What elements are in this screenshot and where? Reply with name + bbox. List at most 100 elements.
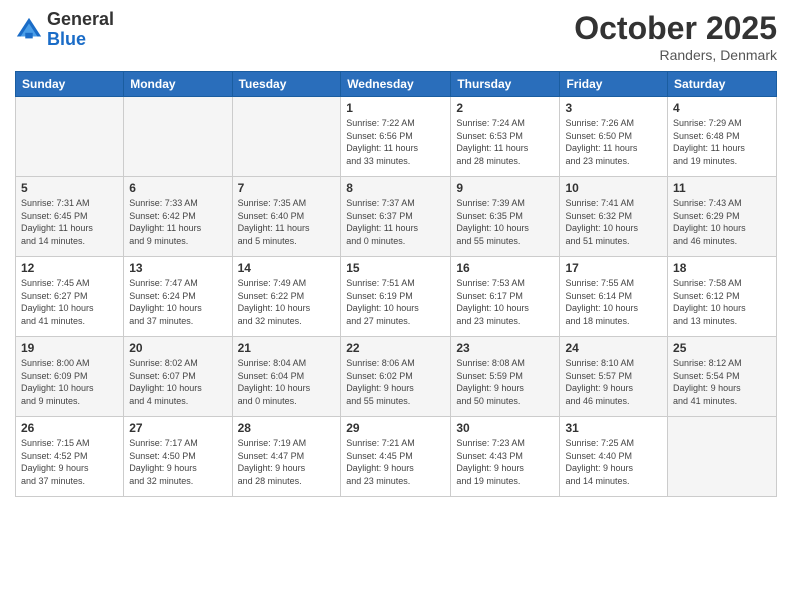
- day-info: Sunrise: 7:33 AMSunset: 6:42 PMDaylight:…: [129, 197, 226, 247]
- day-info: Sunrise: 7:51 AMSunset: 6:19 PMDaylight:…: [346, 277, 445, 327]
- calendar-week-3: 12 Sunrise: 7:45 AMSunset: 6:27 PMDayligh…: [16, 257, 777, 337]
- day-number: 4: [673, 101, 771, 115]
- calendar-cell: 9Sunrise: 7:39 AMSunset: 6:35 PMDaylight…: [451, 177, 560, 257]
- location: Randers, Denmark: [574, 47, 777, 63]
- calendar-cell: 24 Sunrise: 8:10 AMSunset: 5:57 PMDayligh…: [560, 337, 668, 417]
- day-info: Sunrise: 8:02 AMSunset: 6:07 PMDaylight:…: [129, 357, 226, 407]
- title-block: October 2025 Randers, Denmark: [574, 10, 777, 63]
- header-row: Sunday Monday Tuesday Wednesday Thursday…: [16, 72, 777, 97]
- day-info: Sunrise: 8:00 AMSunset: 6:09 PMDaylight:…: [21, 357, 118, 407]
- day-number: 3: [565, 101, 662, 115]
- day-info: Sunrise: 8:06 AMSunset: 6:02 PMDaylight:…: [346, 357, 445, 407]
- day-info: Sunrise: 7:17 AMSunset: 4:50 PMDaylight:…: [129, 437, 226, 487]
- calendar-cell: 17Sunrise: 7:55 AMSunset: 6:14 PMDayligh…: [560, 257, 668, 337]
- calendar-cell: [124, 97, 232, 177]
- day-number: 25: [673, 341, 771, 355]
- day-number: 14: [238, 261, 336, 275]
- col-saturday: Saturday: [668, 72, 777, 97]
- day-info: Sunrise: 7:43 AMSunset: 6:29 PMDaylight:…: [673, 197, 771, 247]
- day-info: Sunrise: 7:21 AMSunset: 4:45 PMDaylight:…: [346, 437, 445, 487]
- day-info: Sunrise: 7:22 AMSunset: 6:56 PMDaylight:…: [346, 117, 445, 167]
- calendar-cell: 3 Sunrise: 7:26 AMSunset: 6:50 PMDaylight…: [560, 97, 668, 177]
- calendar-cell: 6 Sunrise: 7:33 AMSunset: 6:42 PMDaylight…: [124, 177, 232, 257]
- day-number: 19: [21, 341, 118, 355]
- calendar-cell: [668, 417, 777, 497]
- day-number: 31: [565, 421, 662, 435]
- calendar-week-1: 1Sunrise: 7:22 AMSunset: 6:56 PMDaylight…: [16, 97, 777, 177]
- calendar-cell: 27 Sunrise: 7:17 AMSunset: 4:50 PMDayligh…: [124, 417, 232, 497]
- day-number: 23: [456, 341, 554, 355]
- calendar-cell: 4Sunrise: 7:29 AMSunset: 6:48 PMDaylight…: [668, 97, 777, 177]
- col-friday: Friday: [560, 72, 668, 97]
- day-info: Sunrise: 7:39 AMSunset: 6:35 PMDaylight:…: [456, 197, 554, 247]
- calendar-cell: 31 Sunrise: 7:25 AMSunset: 4:40 PMDayligh…: [560, 417, 668, 497]
- day-info: Sunrise: 7:49 AMSunset: 6:22 PMDaylight:…: [238, 277, 336, 327]
- day-number: 5: [21, 181, 118, 195]
- day-info: Sunrise: 8:04 AMSunset: 6:04 PMDaylight:…: [238, 357, 336, 407]
- calendar-cell: 1Sunrise: 7:22 AMSunset: 6:56 PMDaylight…: [341, 97, 451, 177]
- calendar-cell: 13Sunrise: 7:47 AMSunset: 6:24 PMDayligh…: [124, 257, 232, 337]
- day-number: 15: [346, 261, 445, 275]
- calendar-cell: 30 Sunrise: 7:23 AMSunset: 4:43 PMDayligh…: [451, 417, 560, 497]
- day-number: 12: [21, 261, 118, 275]
- day-info: Sunrise: 8:10 AMSunset: 5:57 PMDaylight:…: [565, 357, 662, 407]
- logo-icon: [15, 16, 43, 44]
- calendar-cell: 26Sunrise: 7:15 AMSunset: 4:52 PMDayligh…: [16, 417, 124, 497]
- day-number: 13: [129, 261, 226, 275]
- day-number: 24: [565, 341, 662, 355]
- month-title: October 2025: [574, 10, 777, 47]
- calendar-cell: 18 Sunrise: 7:58 AMSunset: 6:12 PMDayligh…: [668, 257, 777, 337]
- day-number: 30: [456, 421, 554, 435]
- header: General Blue October 2025 Randers, Denma…: [15, 10, 777, 63]
- day-number: 28: [238, 421, 336, 435]
- calendar-cell: 14 Sunrise: 7:49 AMSunset: 6:22 PMDayligh…: [232, 257, 341, 337]
- day-number: 11: [673, 181, 771, 195]
- day-info: Sunrise: 8:08 AMSunset: 5:59 PMDaylight:…: [456, 357, 554, 407]
- day-info: Sunrise: 7:41 AMSunset: 6:32 PMDaylight:…: [565, 197, 662, 247]
- calendar-cell: 20 Sunrise: 8:02 AMSunset: 6:07 PMDayligh…: [124, 337, 232, 417]
- day-info: Sunrise: 7:45 AMSunset: 6:27 PMDaylight:…: [21, 277, 118, 327]
- calendar-cell: 15 Sunrise: 7:51 AMSunset: 6:19 PMDayligh…: [341, 257, 451, 337]
- calendar-cell: 29Sunrise: 7:21 AMSunset: 4:45 PMDayligh…: [341, 417, 451, 497]
- calendar-cell: 8Sunrise: 7:37 AMSunset: 6:37 PMDaylight…: [341, 177, 451, 257]
- day-number: 27: [129, 421, 226, 435]
- day-number: 6: [129, 181, 226, 195]
- col-sunday: Sunday: [16, 72, 124, 97]
- day-info: Sunrise: 7:58 AMSunset: 6:12 PMDaylight:…: [673, 277, 771, 327]
- col-tuesday: Tuesday: [232, 72, 341, 97]
- day-number: 7: [238, 181, 336, 195]
- calendar-cell: 2Sunrise: 7:24 AMSunset: 6:53 PMDaylight…: [451, 97, 560, 177]
- day-info: Sunrise: 8:12 AMSunset: 5:54 PMDaylight:…: [673, 357, 771, 407]
- col-monday: Monday: [124, 72, 232, 97]
- day-number: 18: [673, 261, 771, 275]
- calendar-cell: 10Sunrise: 7:41 AMSunset: 6:32 PMDayligh…: [560, 177, 668, 257]
- day-info: Sunrise: 7:15 AMSunset: 4:52 PMDaylight:…: [21, 437, 118, 487]
- calendar-week-2: 5Sunrise: 7:31 AMSunset: 6:45 PMDaylight…: [16, 177, 777, 257]
- calendar-cell: 23 Sunrise: 8:08 AMSunset: 5:59 PMDayligh…: [451, 337, 560, 417]
- logo-blue: Blue: [47, 30, 114, 50]
- logo-general: General: [47, 10, 114, 30]
- calendar-cell: 28 Sunrise: 7:19 AMSunset: 4:47 PMDayligh…: [232, 417, 341, 497]
- day-number: 17: [565, 261, 662, 275]
- col-wednesday: Wednesday: [341, 72, 451, 97]
- day-number: 2: [456, 101, 554, 115]
- calendar-cell: 12 Sunrise: 7:45 AMSunset: 6:27 PMDayligh…: [16, 257, 124, 337]
- calendar-cell: 22Sunrise: 8:06 AMSunset: 6:02 PMDayligh…: [341, 337, 451, 417]
- logo-text: General Blue: [47, 10, 114, 50]
- calendar-cell: [232, 97, 341, 177]
- day-number: 21: [238, 341, 336, 355]
- day-info: Sunrise: 7:23 AMSunset: 4:43 PMDaylight:…: [456, 437, 554, 487]
- calendar-cell: 21 Sunrise: 8:04 AMSunset: 6:04 PMDayligh…: [232, 337, 341, 417]
- day-info: Sunrise: 7:35 AMSunset: 6:40 PMDaylight:…: [238, 197, 336, 247]
- day-info: Sunrise: 7:19 AMSunset: 4:47 PMDaylight:…: [238, 437, 336, 487]
- day-info: Sunrise: 7:25 AMSunset: 4:40 PMDaylight:…: [565, 437, 662, 487]
- day-number: 8: [346, 181, 445, 195]
- calendar-cell: 11 Sunrise: 7:43 AMSunset: 6:29 PMDayligh…: [668, 177, 777, 257]
- day-info: Sunrise: 7:53 AMSunset: 6:17 PMDaylight:…: [456, 277, 554, 327]
- day-info: Sunrise: 7:26 AMSunset: 6:50 PMDaylight:…: [565, 117, 662, 167]
- day-number: 20: [129, 341, 226, 355]
- calendar-cell: 5Sunrise: 7:31 AMSunset: 6:45 PMDaylight…: [16, 177, 124, 257]
- calendar-cell: 16Sunrise: 7:53 AMSunset: 6:17 PMDayligh…: [451, 257, 560, 337]
- col-thursday: Thursday: [451, 72, 560, 97]
- calendar-cell: 25 Sunrise: 8:12 AMSunset: 5:54 PMDayligh…: [668, 337, 777, 417]
